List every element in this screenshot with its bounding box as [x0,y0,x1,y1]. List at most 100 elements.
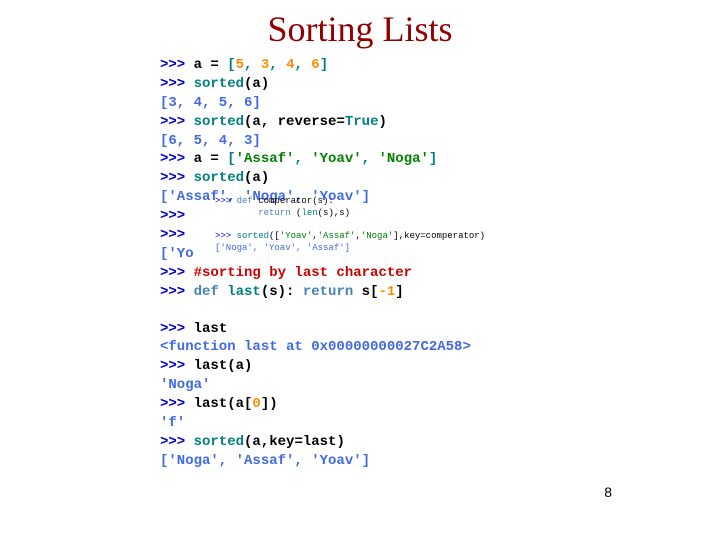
overlay-code-block: >>> def comperator(s): return (len(s),s)… [215,196,535,254]
code-token: ) [378,114,386,130]
code-token: last(a[ [194,396,253,412]
code-token: -1 [378,284,395,300]
overlay-code-line: >>> sorted(['Yoav','Assaf','Noga'],key=c… [215,231,535,243]
code-token: 'Noga' [361,231,393,241]
blank-line [160,302,590,320]
code-line: [3, 4, 5, 6] [160,94,590,113]
code-token: ] [429,151,437,167]
code-token: [ [227,57,235,73]
code-token: sorted [237,231,269,241]
code-token: def [237,196,259,206]
code-token: [6, 5, 4, 3] [160,133,261,149]
code-token: sorted [194,114,244,130]
overlay-code-line: >>> def comperator(s): [215,196,535,208]
code-line: >>> #sorting by last character [160,264,590,283]
code-token: ( [291,208,302,218]
code-token: ],key=comperator) [393,231,485,241]
code-token: , [294,57,311,73]
code-token: (s): [261,284,303,300]
code-token: 6 [311,57,319,73]
code-token: ] [320,57,328,73]
code-token: (a) [244,76,269,92]
code-token: ] [395,284,403,300]
code-token: True [345,114,379,130]
code-token: (s),s) [318,208,350,218]
code-token: sorted [194,76,244,92]
code-line: >>> last(a) [160,357,590,376]
code-token: last(a) [194,358,253,374]
code-token: 0 [252,396,260,412]
overlay-code-line: ['Noga', 'Yoav', 'Assaf'] [215,243,535,255]
code-token: ([ [269,231,280,241]
code-line: >>> sorted(a) [160,169,590,188]
code-token: return [303,284,353,300]
code-token: >>> [160,284,194,300]
code-token [215,219,220,229]
code-line: 'f' [160,414,590,433]
code-token: 'Yoav' [311,151,361,167]
overlay-code-line: return (len(s),s) [215,208,535,220]
code-line: >>> a = [5, 3, 4, 6] [160,56,590,75]
code-token: >>> [215,196,237,206]
code-token: last [227,284,261,300]
code-line: <function last at 0x00000000027C2A58> [160,338,590,357]
code-token: 'f' [160,415,185,431]
code-token: 'Assaf' [318,231,356,241]
code-token: >>> [160,151,194,167]
code-token: comperator(s): [258,196,334,206]
code-token: >>> [160,114,194,130]
code-token: (a) [244,170,269,186]
code-token: <function last at 0x00000000027C2A58> [160,339,471,355]
code-token: a = [194,151,228,167]
code-token: (a,key=last) [244,434,345,450]
code-line: 'Noga' [160,376,590,395]
code-token: >>> [160,227,194,243]
code-token: >>> [160,208,194,224]
code-token: >>> [160,396,194,412]
code-token: 'Assaf' [236,151,295,167]
code-line: >>> last(a[0]) [160,395,590,414]
code-token: , [269,57,286,73]
code-token: sorted [194,170,244,186]
code-token: >>> [160,321,194,337]
code-token: last [194,321,228,337]
code-token: [ [227,151,235,167]
code-line: >>> sorted(a, reverse=True) [160,113,590,132]
code-line: >>> a = ['Assaf', 'Yoav', 'Noga'] [160,150,590,169]
code-token: 'Noga' [378,151,428,167]
code-token: >>> [160,434,194,450]
code-token: ['Yo [160,246,194,262]
code-token: , [362,151,379,167]
code-token [215,208,258,218]
code-token: 3 [261,57,269,73]
code-token: >>> [215,231,237,241]
code-token: >>> [160,170,194,186]
code-token: ['Noga', 'Yoav', 'Assaf'] [215,243,350,253]
code-line: ['Noga', 'Assaf', 'Yoav'] [160,452,590,471]
code-token: >>> [160,57,194,73]
code-token: ['Noga', 'Assaf', 'Yoav'] [160,453,370,469]
code-line: >>> sorted(a) [160,75,590,94]
code-token: , [244,57,261,73]
code-line: [6, 5, 4, 3] [160,132,590,151]
code-token: >>> [160,265,194,281]
code-token: (a, reverse= [244,114,345,130]
page-number: 8 [604,484,612,500]
code-block: >>> def comperator(s): return (len(s),s)… [160,56,590,471]
code-token: 5 [236,57,244,73]
code-token: >>> [160,358,194,374]
code-line: >>> last [160,320,590,339]
code-token: 'Yoav' [280,231,312,241]
slide-title: Sorting Lists [0,8,720,50]
code-token: sorted [194,434,244,450]
code-token: 'Noga' [160,377,210,393]
code-token: [3, 4, 5, 6] [160,95,261,111]
code-token: ]) [261,396,278,412]
code-token: #sorting by last character [194,265,412,281]
code-token: >>> [160,76,194,92]
overlay-code-line [215,219,535,231]
code-token: return [258,208,290,218]
code-token: , [294,151,311,167]
code-line: >>> sorted(a,key=last) [160,433,590,452]
code-token: a = [194,57,228,73]
